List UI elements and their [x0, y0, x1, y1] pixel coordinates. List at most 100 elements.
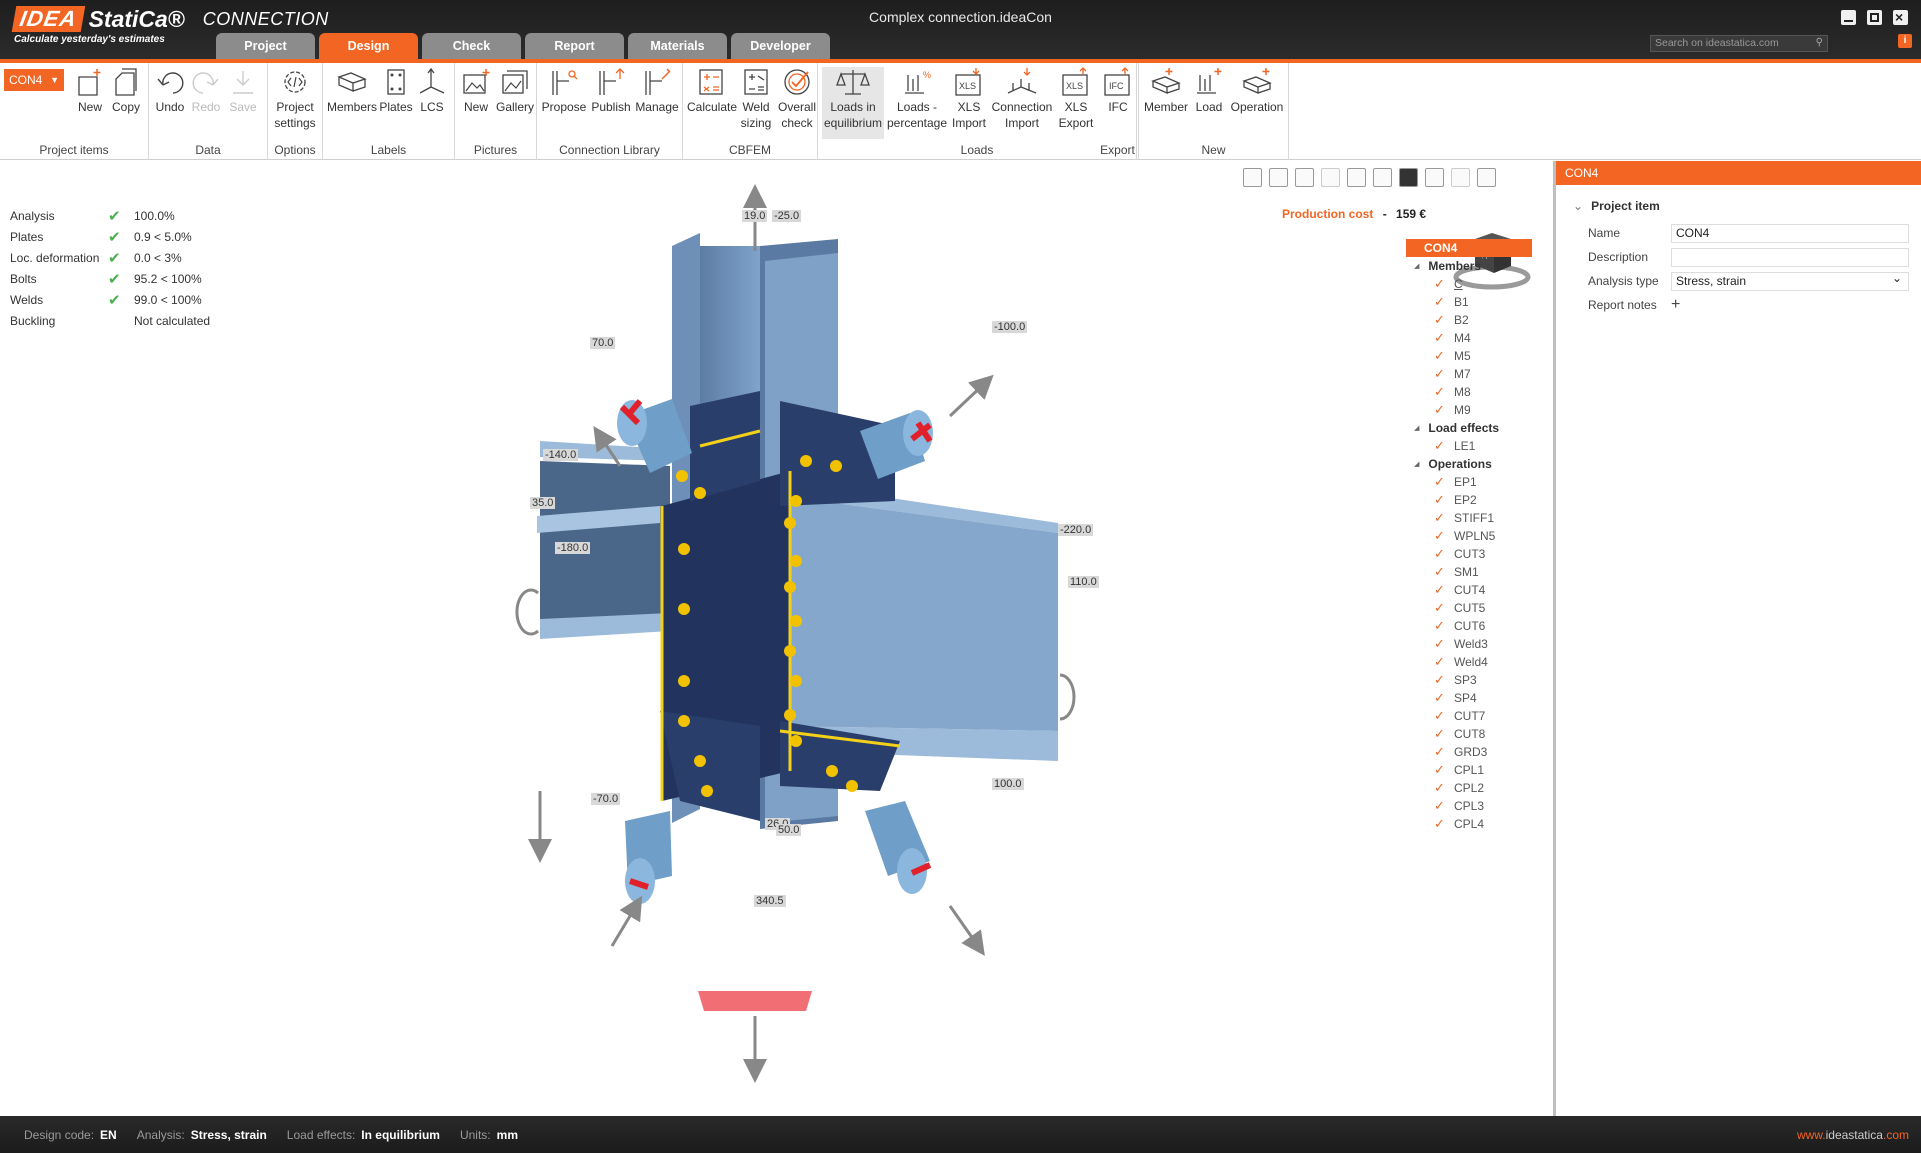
lcs-button[interactable]: LCS — [415, 67, 449, 115]
add-load-button[interactable]: Load — [1192, 67, 1226, 115]
xls-export-button[interactable]: XLS XLS Export — [1055, 67, 1097, 131]
tree-item[interactable]: ✓ CUT7 — [1390, 707, 1548, 725]
zoom-extents-icon[interactable] — [1269, 168, 1288, 187]
tree-item[interactable]: ✓ CUT4 — [1390, 581, 1548, 599]
anchor-icon[interactable] — [1451, 168, 1470, 187]
visibility-checkbox[interactable]: ✓ — [1433, 744, 1446, 759]
tree-item[interactable]: ✓ SP4 — [1390, 689, 1548, 707]
3d-viewport[interactable]: Analysis ✔ 100.0% Plates ✔ 0.9 < 5.0% Loc. d… — [0, 161, 1548, 1116]
collapse-triangle-icon[interactable]: ◢ — [1414, 460, 1419, 468]
loads-percentage-button[interactable]: % Loads - percentage — [886, 67, 948, 131]
tree-item[interactable]: ✓ LE1 — [1390, 437, 1548, 455]
redo-button[interactable]: Redo — [189, 67, 223, 115]
tree-item[interactable]: ✓ M8 — [1390, 383, 1548, 401]
ifc-export-button[interactable]: IFC IFC — [1100, 67, 1136, 115]
tab-project[interactable]: Project — [216, 33, 315, 59]
tree-root[interactable]: CON4 — [1406, 239, 1532, 257]
xls-import-button[interactable]: XLS XLS Import — [949, 67, 989, 131]
visibility-checkbox[interactable]: ✓ — [1433, 618, 1446, 633]
tree-item[interactable]: ✓ STIFF1 — [1390, 509, 1548, 527]
copy-button[interactable]: Copy — [108, 67, 144, 115]
visibility-checkbox[interactable]: ✓ — [1433, 600, 1446, 615]
visibility-checkbox[interactable]: ✓ — [1433, 690, 1446, 705]
save-button[interactable]: Save — [225, 67, 261, 115]
visibility-checkbox[interactable]: ✓ — [1433, 726, 1446, 741]
visibility-checkbox[interactable]: ✓ — [1433, 780, 1446, 795]
tree-category-load-effects[interactable]: ◢ Load effects — [1390, 419, 1548, 437]
visibility-checkbox[interactable]: ✓ — [1433, 798, 1446, 813]
tree-category-operations[interactable]: ◢ Operations — [1390, 455, 1548, 473]
tab-check[interactable]: Check — [422, 33, 521, 59]
calculate-button[interactable]: Calculate — [687, 67, 737, 115]
visibility-checkbox[interactable]: ✓ — [1433, 330, 1446, 345]
add-member-button[interactable]: Member — [1142, 67, 1190, 115]
tree-item[interactable]: ✓ EP2 — [1390, 491, 1548, 509]
tree-item[interactable]: ✓ CPL4 — [1390, 815, 1548, 833]
visibility-checkbox[interactable]: ✓ — [1433, 312, 1446, 327]
name-field[interactable]: CON4 — [1671, 223, 1909, 243]
loads-in-equilibrium-button[interactable]: Loads in equilibrium — [822, 67, 884, 139]
tab-design[interactable]: Design — [319, 33, 418, 59]
visibility-checkbox[interactable]: ✓ — [1433, 528, 1446, 543]
visibility-checkbox[interactable]: ✓ — [1433, 816, 1446, 831]
visibility-checkbox[interactable]: ✓ — [1433, 438, 1446, 453]
description-field[interactable] — [1671, 247, 1909, 267]
tree-item[interactable]: ✓ CPL3 — [1390, 797, 1548, 815]
visibility-checkbox[interactable]: ✓ — [1433, 636, 1446, 651]
overall-check-button[interactable]: Overall check — [777, 67, 817, 131]
visibility-checkbox[interactable]: ✓ — [1433, 510, 1446, 525]
visibility-checkbox[interactable]: ✓ — [1433, 546, 1446, 561]
new-item-button[interactable]: New — [73, 67, 107, 115]
tree-item[interactable]: ✓ CUT5 — [1390, 599, 1548, 617]
add-operation-button[interactable]: Operation — [1228, 67, 1286, 115]
tree-category-members[interactable]: ◢ Members — [1390, 257, 1548, 275]
tree-item[interactable]: ✓ CPL2 — [1390, 779, 1548, 797]
visibility-checkbox[interactable]: ✓ — [1433, 276, 1446, 291]
visibility-checkbox[interactable]: ✓ — [1433, 384, 1446, 399]
tree-item[interactable]: ✓ CUT8 — [1390, 725, 1548, 743]
tree-item[interactable]: ✓ SP3 — [1390, 671, 1548, 689]
tree-item[interactable]: ✓ WPLN5 — [1390, 527, 1548, 545]
close-button[interactable]: × — [1893, 9, 1908, 25]
tree-item[interactable]: ✓ B1 — [1390, 293, 1548, 311]
tree-item[interactable]: ✓ Weld4 — [1390, 653, 1548, 671]
home-icon[interactable] — [1477, 168, 1496, 187]
maximize-button[interactable] — [1867, 10, 1882, 25]
collapse-triangle-icon[interactable]: ◢ — [1414, 262, 1419, 270]
plates-labels-button[interactable]: Plates — [379, 67, 413, 115]
tree-item[interactable]: ✓ M7 — [1390, 365, 1548, 383]
project-item-select[interactable]: CON4 ▼ — [4, 69, 64, 91]
manage-button[interactable]: Manage — [634, 67, 680, 115]
propose-button[interactable]: Propose — [541, 67, 587, 115]
undo-button[interactable]: Undo — [153, 67, 187, 115]
tree-item[interactable]: ✓ CUT6 — [1390, 617, 1548, 635]
tree-item[interactable]: ✓ C — [1390, 275, 1548, 293]
visibility-checkbox[interactable]: ✓ — [1433, 672, 1446, 687]
collapse-triangle-icon[interactable]: ◢ — [1414, 424, 1419, 432]
tree-item[interactable]: ✓ GRD3 — [1390, 743, 1548, 761]
info-icon[interactable]: i — [1898, 34, 1912, 48]
tree-item[interactable]: ✓ Weld3 — [1390, 635, 1548, 653]
connection-import-button[interactable]: Connection Import — [990, 67, 1054, 131]
visibility-checkbox[interactable]: ✓ — [1433, 366, 1446, 381]
visibility-checkbox[interactable]: ✓ — [1433, 582, 1446, 597]
add-note-button[interactable]: + — [1671, 296, 1680, 314]
analysis-type-select[interactable]: Stress, strain — [1671, 270, 1909, 291]
visibility-checkbox[interactable]: ✓ — [1433, 348, 1446, 363]
weld-sizing-button[interactable]: Weld sizing — [737, 67, 775, 131]
search-icon[interactable]: ⚲ — [1816, 37, 1823, 48]
tree-item[interactable]: ✓ M5 — [1390, 347, 1548, 365]
visibility-checkbox[interactable]: ✓ — [1433, 294, 1446, 309]
search-input[interactable]: Search on ideastatica.com ⚲ — [1650, 35, 1828, 52]
rotate-icon[interactable] — [1295, 168, 1314, 187]
plane-icon[interactable] — [1425, 168, 1444, 187]
visibility-checkbox[interactable]: ✓ — [1433, 474, 1446, 489]
visibility-checkbox[interactable]: ✓ — [1433, 402, 1446, 417]
minimize-button[interactable] — [1841, 10, 1856, 25]
gallery-button[interactable]: Gallery — [496, 67, 534, 115]
tab-report[interactable]: Report — [525, 33, 624, 59]
visibility-checkbox[interactable]: ✓ — [1433, 762, 1446, 777]
visibility-checkbox[interactable]: ✓ — [1433, 654, 1446, 669]
section-project-item[interactable]: ⌄ Project item — [1556, 185, 1921, 221]
wireframe-icon[interactable] — [1347, 168, 1366, 187]
